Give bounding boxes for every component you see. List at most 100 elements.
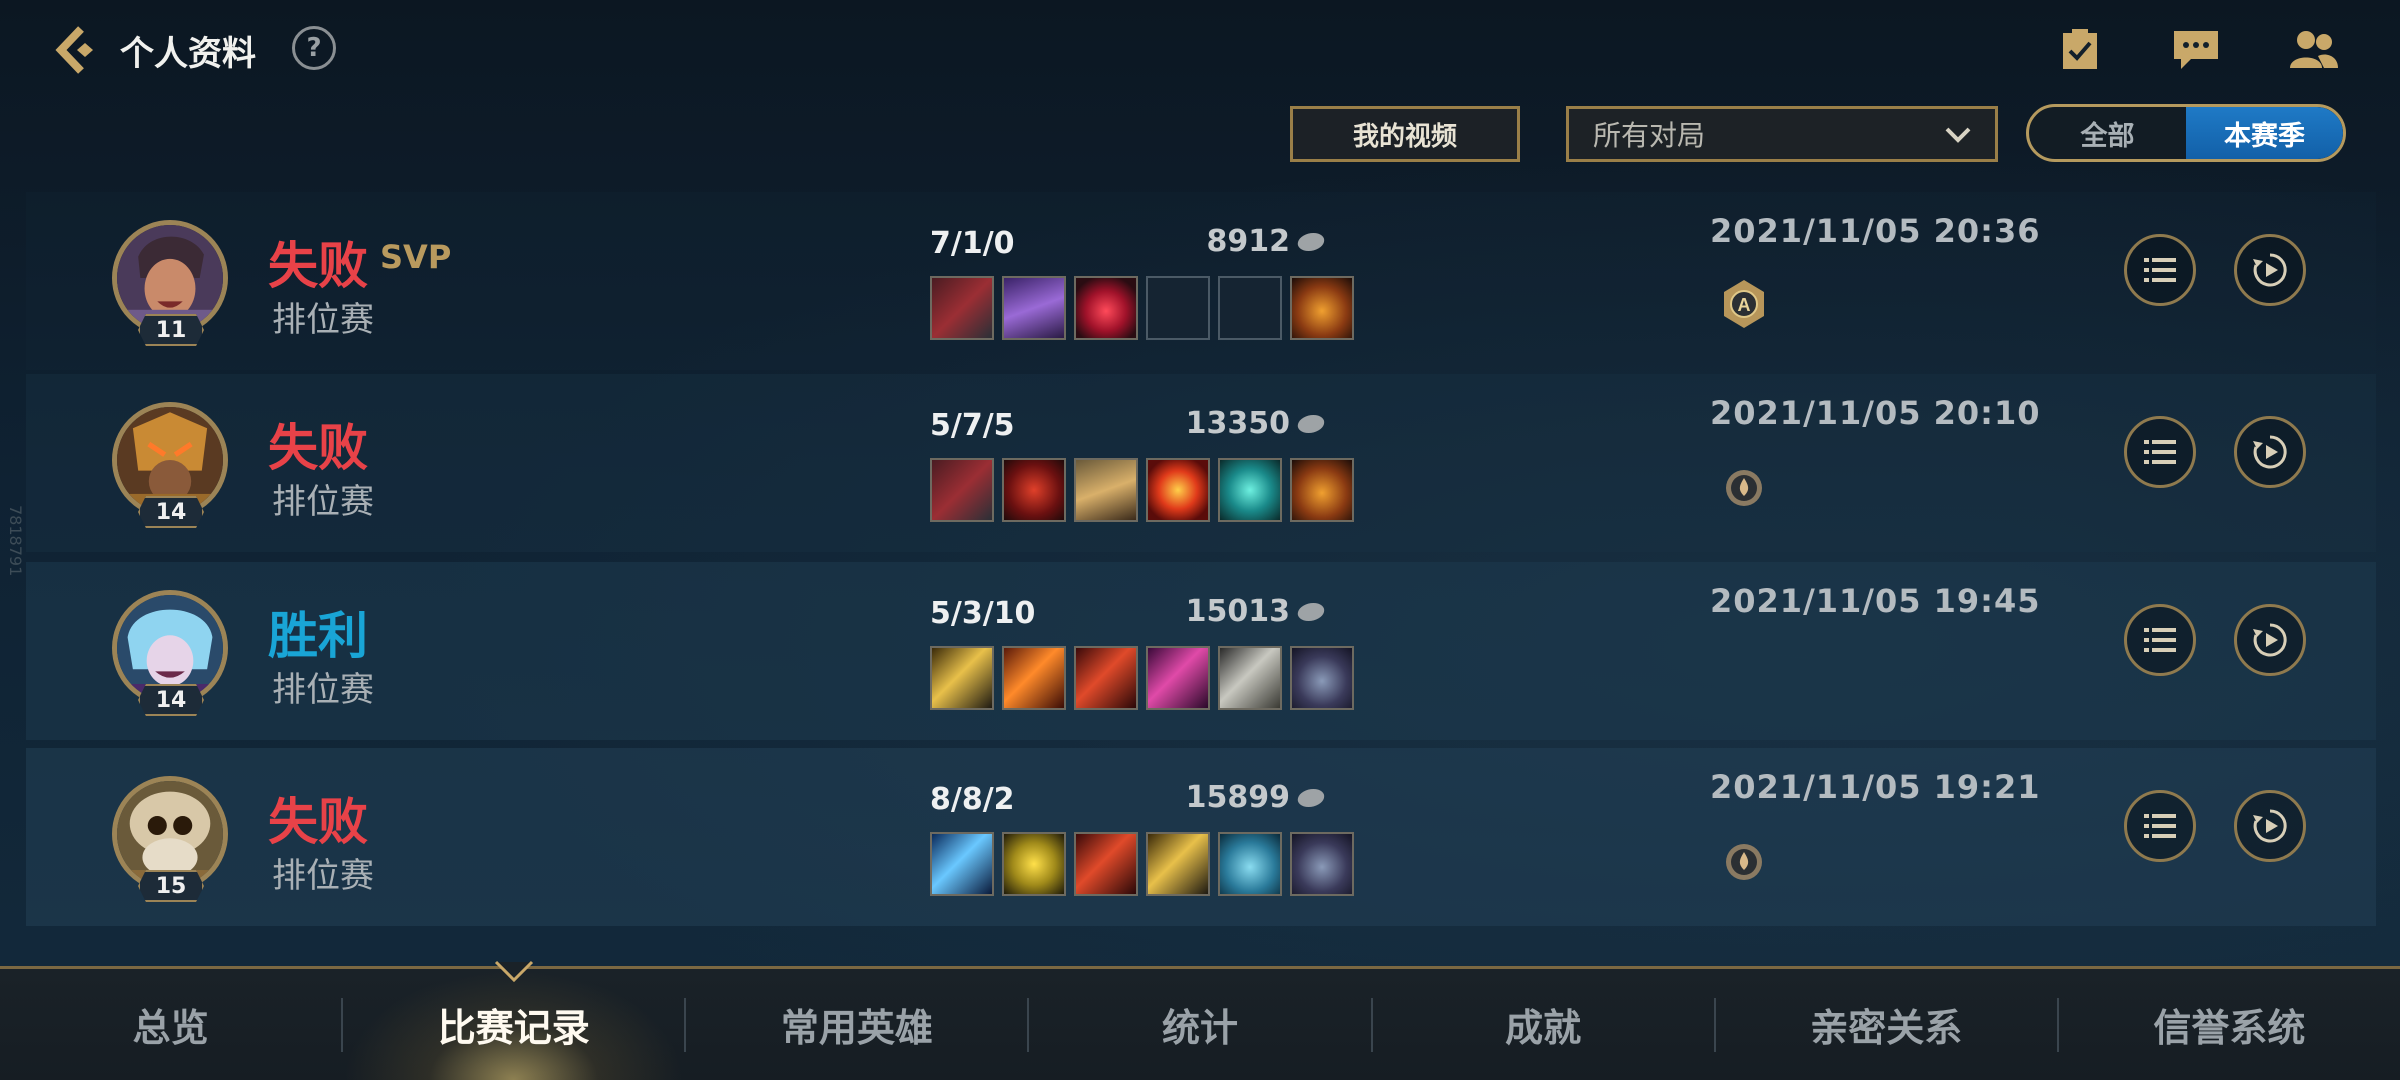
task-clipboard-icon[interactable] — [2052, 22, 2108, 78]
blade-item-icon — [930, 276, 994, 340]
gold-armor-item-icon — [1074, 458, 1138, 522]
kda-text: 5/7/5 — [930, 408, 1015, 443]
chat-icon[interactable] — [2168, 22, 2224, 78]
match-row[interactable]: 14 胜利 排位赛 5/3/10 15013 2021/11/05 19:45 — [26, 562, 2376, 740]
match-result: 失败 — [268, 419, 368, 477]
replay-button[interactable] — [2234, 234, 2306, 306]
trinket-blue-item-icon — [1290, 458, 1354, 522]
match-details-button[interactable] — [2124, 790, 2196, 862]
kda-text: 8/8/2 — [930, 782, 1015, 817]
replay-icon — [2253, 253, 2287, 287]
rank-a-medal-icon: A — [1724, 280, 1764, 328]
kda-text: 5/3/10 — [930, 596, 1036, 631]
tab-achievements[interactable]: 成就 — [1373, 969, 1714, 1080]
list-icon — [2144, 258, 2176, 282]
gold-coin-icon — [1295, 602, 1327, 621]
match-type-select[interactable]: 所有对局 — [1566, 106, 1998, 162]
crimson-blade-item-icon — [1074, 646, 1138, 710]
tab-relationships[interactable]: 亲密关系 — [1716, 969, 2057, 1080]
side-id-text: 7818791 — [6, 505, 25, 577]
hero-level-badge: 14 — [138, 496, 204, 528]
item-build — [930, 276, 1354, 340]
match-date: 2021/11/05 20:10 — [1710, 394, 2041, 432]
profile-screen: 个人资料 ? 我的视频 所有对局 全部 本赛季 7818791 11 失败 SV… — [0, 0, 2400, 1080]
svp-badge: SVP — [380, 238, 452, 276]
bottom-nav: 总览 比赛记录 常用英雄 统计 成就 亲密关系 信誉系统 — [0, 966, 2400, 1080]
chevron-down-icon — [1945, 127, 1971, 143]
match-row[interactable]: 14 失败 排位赛 5/7/5 13350 2021/11/05 20:10 — [26, 374, 2376, 552]
season-toggle: 全部 本赛季 — [2026, 104, 2346, 162]
replay-icon — [2253, 623, 2287, 657]
purple-armor-item-icon — [1002, 276, 1066, 340]
gold-amount: 8912 — [1207, 224, 1327, 259]
match-details-button[interactable] — [2124, 234, 2196, 306]
ice-spear-item-icon — [930, 832, 994, 896]
match-date: 2021/11/05 19:45 — [1710, 582, 2041, 620]
tab-overview[interactable]: 总览 — [0, 969, 341, 1080]
match-date: 2021/11/05 19:21 — [1710, 768, 2041, 806]
gold-amount: 13350 — [1186, 406, 1327, 441]
silver-sword-item-icon — [1218, 646, 1282, 710]
item-build — [930, 646, 1354, 710]
match-mode: 排位赛 — [272, 670, 374, 710]
season-option-current[interactable]: 本赛季 — [2186, 107, 2343, 159]
replay-button[interactable] — [2234, 790, 2306, 862]
list-icon — [2144, 440, 2176, 464]
list-icon — [2144, 814, 2176, 838]
item-build — [930, 458, 1354, 522]
gold-coin-icon — [1295, 788, 1327, 807]
replay-button[interactable] — [2234, 604, 2306, 676]
gold-amount: 15899 — [1186, 780, 1327, 815]
item-build — [930, 832, 1354, 896]
kda-text: 7/1/0 — [930, 226, 1015, 261]
yellow-shield-item-icon — [1002, 832, 1066, 896]
active-tab-pointer-icon — [494, 960, 534, 983]
match-result: 失败 — [268, 237, 368, 295]
scaled-egg-item-icon — [1218, 832, 1282, 896]
my-videos-button[interactable]: 我的视频 — [1290, 106, 1520, 162]
match-details-button[interactable] — [2124, 604, 2196, 676]
tab-statistics[interactable]: 统计 — [1029, 969, 1370, 1080]
svg-text:A: A — [1738, 295, 1751, 315]
friends-icon[interactable] — [2286, 22, 2342, 78]
season-option-all[interactable]: 全部 — [2029, 107, 2186, 159]
serpent-item-icon — [1290, 832, 1354, 896]
hero-level-badge: 15 — [138, 870, 204, 902]
match-result: 失败 — [268, 793, 368, 851]
gold-coin-icon — [1295, 232, 1327, 251]
cyan-cloak-item-icon — [1218, 458, 1282, 522]
fire-spear-item-icon — [1002, 646, 1066, 710]
blade-item-icon — [930, 458, 994, 522]
match-type-value: 所有对局 — [1593, 119, 1706, 152]
match-row[interactable]: 11 失败 SVP 排位赛 7/1/0 8912 2021/11/05 20:3… — [26, 192, 2376, 370]
page-title: 个人资料 — [120, 34, 256, 74]
empty-item-slot — [1218, 276, 1282, 340]
trinket-gold-item-icon — [1290, 276, 1354, 340]
match-mode: 排位赛 — [272, 300, 374, 340]
chevron-left-icon — [55, 26, 93, 74]
help-button[interactable]: ? — [292, 26, 336, 70]
match-details-button[interactable] — [2124, 416, 2196, 488]
tab-common-heroes[interactable]: 常用英雄 — [686, 969, 1027, 1080]
replay-icon — [2253, 809, 2287, 843]
replay-button[interactable] — [2234, 416, 2306, 488]
match-date: 2021/11/05 20:36 — [1710, 212, 2041, 250]
crimson-blade-item-icon — [1074, 832, 1138, 896]
gold-blade-item-icon — [930, 646, 994, 710]
pink-crystal-item-icon — [1146, 646, 1210, 710]
gold-coin-icon — [1295, 414, 1327, 433]
rank-drop-medal-icon — [1726, 470, 1762, 506]
gold-amount: 15013 — [1186, 594, 1327, 629]
hero-level-badge: 14 — [138, 684, 204, 716]
match-row[interactable]: 15 失败 排位赛 8/8/2 15899 2021/11/05 19:21 — [26, 748, 2376, 926]
hero-level-badge: 11 — [138, 314, 204, 346]
tab-match-history[interactable]: 比赛记录 — [343, 969, 685, 1080]
ruby-item-icon — [1074, 276, 1138, 340]
match-result: 胜利 — [268, 607, 368, 665]
flame-orb-item-icon — [1146, 458, 1210, 522]
empty-item-slot — [1146, 276, 1210, 340]
tab-reputation[interactable]: 信誉系统 — [2059, 969, 2400, 1080]
back-button[interactable] — [48, 20, 108, 80]
rank-drop-medal-icon — [1726, 844, 1762, 880]
list-icon — [2144, 628, 2176, 652]
